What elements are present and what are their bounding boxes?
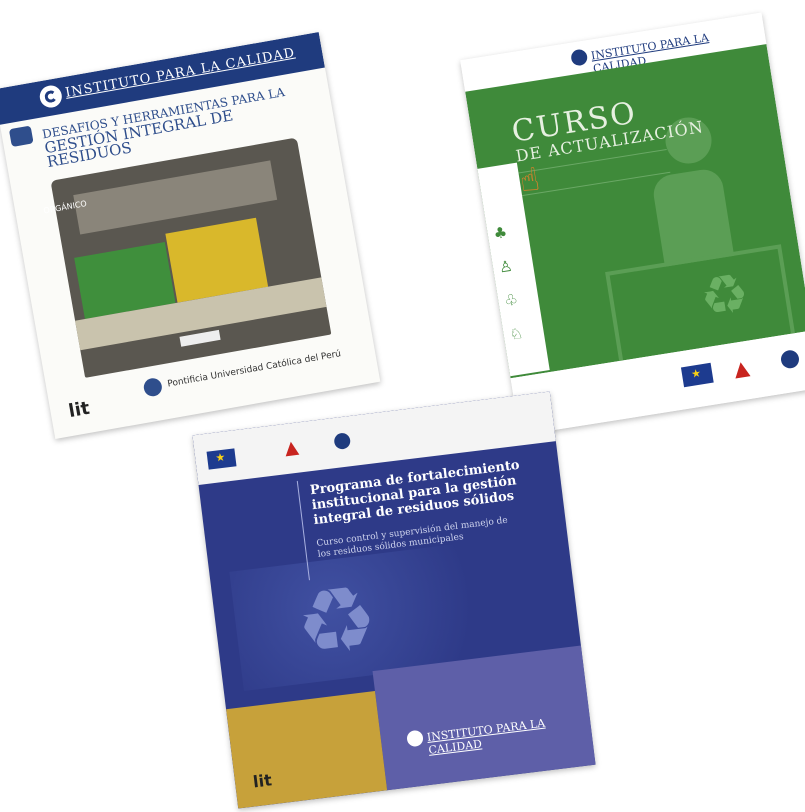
- side-emblem-icon: [8, 125, 34, 148]
- recycle-icon: ♻: [290, 564, 383, 679]
- pictogram-icon: ♘: [508, 323, 525, 344]
- garbage-truck-image: [50, 137, 332, 378]
- red-logo-icon: ▲: [283, 436, 300, 460]
- instituto-logo-icon: [38, 83, 64, 110]
- cover-residuos-book: INSTITUTO PARA LA CALIDAD DESAFIOS Y HER…: [0, 32, 381, 439]
- cover-curso-book: INSTITUTO PARA LA CALIDAD ♻ CURSO DE ACT…: [460, 12, 805, 436]
- truck-plate: [179, 329, 221, 347]
- pictogram-icon: ♙: [497, 256, 514, 277]
- person-body-shape: [650, 166, 735, 267]
- eu-flag-icon: [206, 448, 237, 470]
- instituto-logo-icon: [570, 48, 589, 67]
- gold-panel: [226, 691, 388, 809]
- pictogram-icon: ♧: [502, 290, 520, 311]
- pictogram-icon: ♣: [492, 223, 509, 243]
- university-seal-icon: [142, 376, 164, 398]
- cover-programa-book: ▲ Programa de fortalecimiento institucio…: [192, 391, 596, 809]
- lit-logo: lit: [251, 770, 273, 792]
- recycle-icon: ♻: [695, 260, 754, 331]
- blue-logo-icon: [333, 432, 352, 451]
- lit-logo: lit: [66, 397, 92, 423]
